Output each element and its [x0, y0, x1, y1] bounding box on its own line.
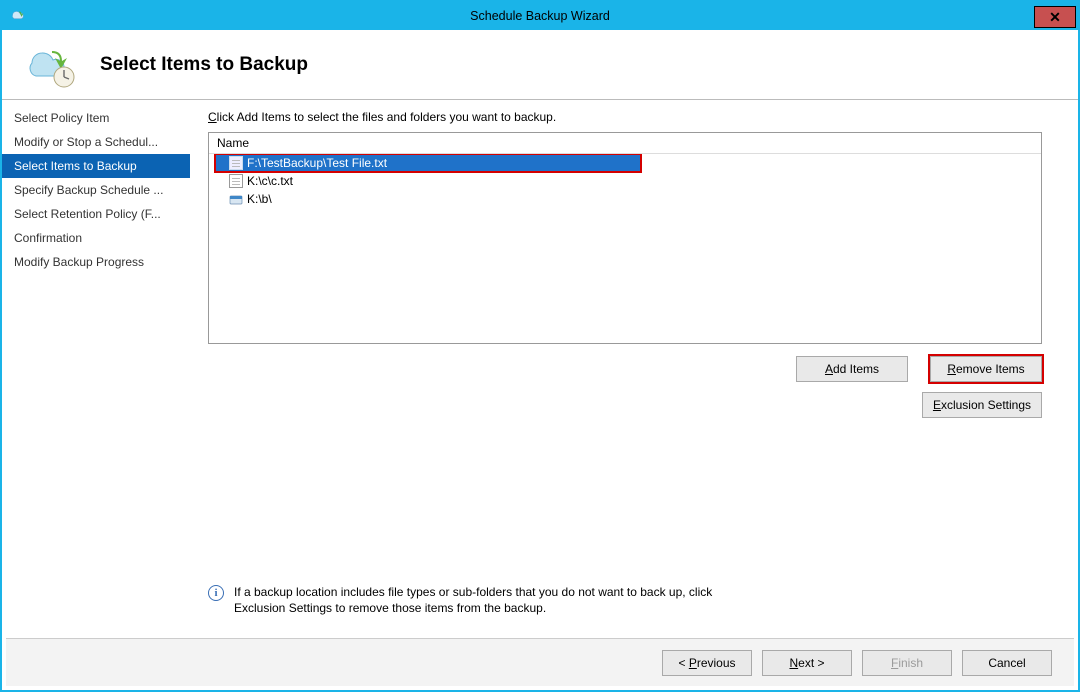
previous-button[interactable]: < Previous	[662, 650, 752, 676]
list-header-name[interactable]: Name	[209, 133, 1041, 154]
wizard-footer: < Previous Next > Finish Cancel	[6, 638, 1074, 686]
wizard-body: Select Policy Item Modify or Stop a Sche…	[2, 100, 1078, 638]
sidebar: Select Policy Item Modify or Stop a Sche…	[2, 100, 190, 638]
instruction-accelerator: C	[208, 110, 217, 124]
info-panel: i If a backup location includes file typ…	[208, 574, 728, 638]
step-modify-or-stop[interactable]: Modify or Stop a Schedul...	[2, 130, 190, 154]
finish-button: Finish	[862, 650, 952, 676]
exclusion-row: Exclusion Settings	[208, 392, 1042, 418]
add-items-button[interactable]: Add Items	[796, 356, 908, 382]
window-title: Schedule Backup Wizard	[2, 9, 1078, 23]
step-select-items[interactable]: Select Items to Backup	[2, 154, 190, 178]
item-path: K:\c\c.txt	[247, 174, 293, 188]
list-item[interactable]: K:\b\	[209, 190, 1041, 208]
cancel-button[interactable]: Cancel	[962, 650, 1052, 676]
instruction-rest: lick Add Items to select the files and f…	[217, 110, 557, 124]
remove-items-button[interactable]: Remove Items	[930, 356, 1042, 382]
exclusion-settings-button[interactable]: Exclusion Settings	[922, 392, 1042, 418]
file-icon	[229, 174, 243, 188]
wizard-header: Select Items to Backup	[2, 30, 1078, 100]
item-path: K:\b\	[247, 192, 272, 206]
list-item[interactable]: F:\TestBackup\Test File.txt	[215, 154, 641, 172]
step-select-policy-item[interactable]: Select Policy Item	[2, 106, 190, 130]
step-modify-progress[interactable]: Modify Backup Progress	[2, 250, 190, 274]
main-panel: Click Add Items to select the files and …	[190, 100, 1078, 638]
info-text: If a backup location includes file types…	[234, 584, 728, 616]
window: Schedule Backup Wizard ✕ Select Items to…	[0, 0, 1080, 692]
item-path: F:\TestBackup\Test File.txt	[247, 156, 387, 170]
step-select-retention[interactable]: Select Retention Policy (F...	[2, 202, 190, 226]
list-body: F:\TestBackup\Test File.txt K:\c\c.txt	[209, 154, 1041, 343]
page-title: Select Items to Backup	[100, 54, 308, 76]
list-item[interactable]: K:\c\c.txt	[209, 172, 1041, 190]
instruction-text: Click Add Items to select the files and …	[208, 110, 1042, 124]
items-listbox[interactable]: Name F:\TestBackup\Test File.txt K:\c\c.…	[208, 132, 1042, 344]
info-icon: i	[208, 585, 224, 601]
list-buttons-row: Add Items Remove Items	[208, 356, 1042, 382]
step-confirmation[interactable]: Confirmation	[2, 226, 190, 250]
file-icon	[229, 156, 243, 170]
app-icon	[8, 6, 28, 26]
next-button[interactable]: Next >	[762, 650, 852, 676]
close-button[interactable]: ✕	[1034, 6, 1076, 28]
step-specify-schedule[interactable]: Specify Backup Schedule ...	[2, 178, 190, 202]
titlebar: Schedule Backup Wizard ✕	[2, 2, 1078, 30]
wizard-logo-icon	[22, 41, 78, 89]
drive-icon	[229, 192, 243, 206]
